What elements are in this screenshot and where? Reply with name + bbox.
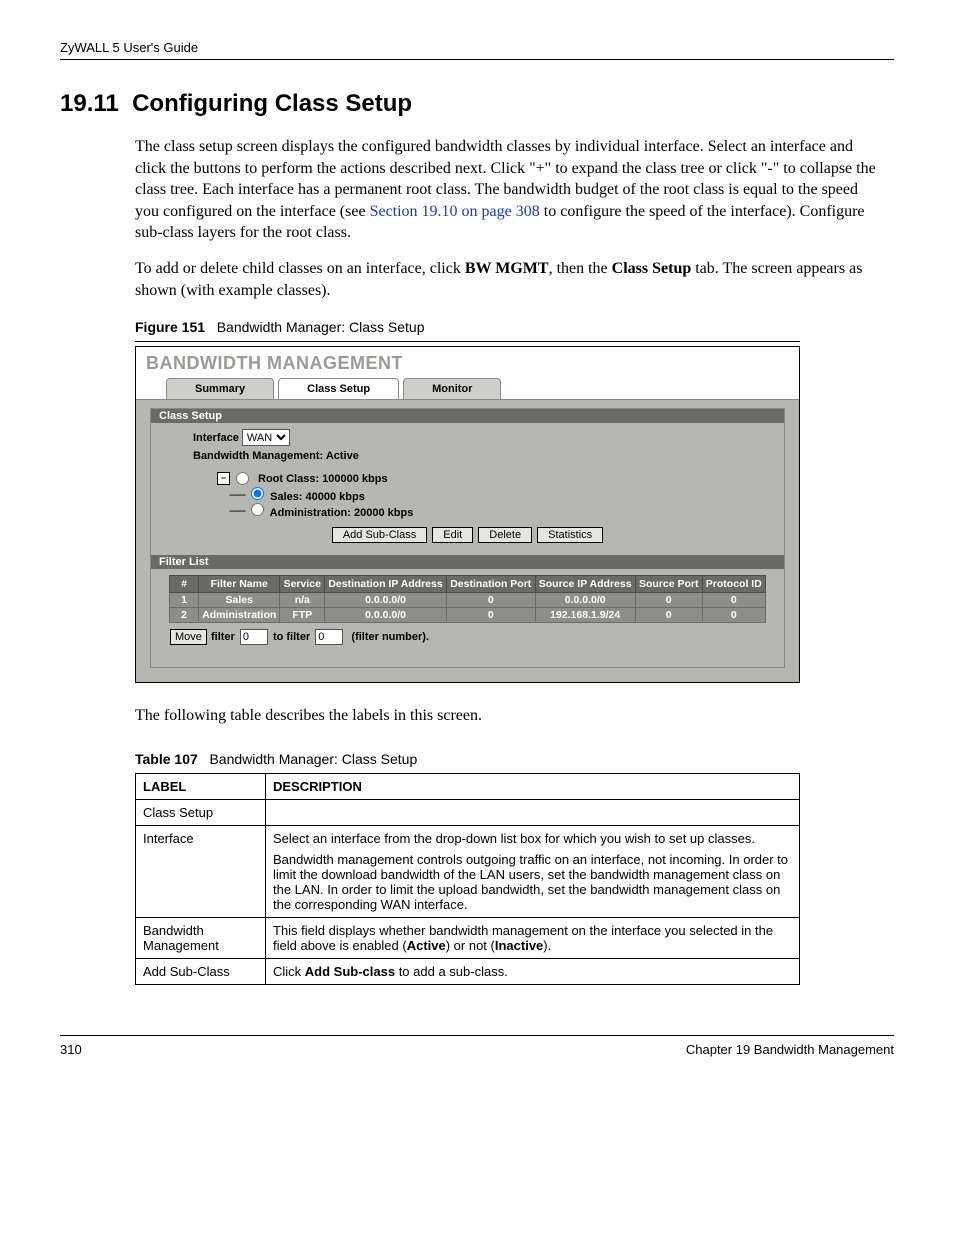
interface-select[interactable]: WAN [242,429,290,446]
tree-collapse-icon[interactable]: − [217,472,230,485]
th-description: DESCRIPTION [266,773,800,799]
bm-status: Bandwidth Management: Active [193,450,359,462]
th-proto: Protocol ID [702,576,765,593]
running-header: ZyWALL 5 User's Guide [60,40,894,60]
desc-row: Class Setup [136,799,800,825]
section-title: Configuring Class Setup [132,90,412,117]
table-row: 2 Administration FTP 0.0.0.0/0 0 192.168… [170,608,766,623]
tree-sales-radio[interactable] [251,487,264,500]
tab-monitor[interactable]: Monitor [403,378,501,399]
table-row: 1 Sales n/a 0.0.0.0/0 0 0.0.0.0/0 0 0 [170,593,766,608]
section-heading: 19.11 Configuring Class Setup [60,90,894,118]
desc-row: Add Sub-Class Click Add Sub-class to add… [136,958,800,984]
after-figure-text: The following table describes the labels… [135,705,884,727]
tree-sales-label: Sales: 40000 kbps [270,491,365,503]
figure-caption: Figure 151 Bandwidth Manager: Class Setu… [135,319,800,342]
th-num: # [170,576,199,593]
th-label: LABEL [136,773,266,799]
tree-branch-admin: Administration: 20000 kbps [229,503,766,519]
tab-class-setup[interactable]: Class Setup [278,378,399,399]
move-button[interactable]: Move [170,629,207,645]
th-service: Service [280,576,325,593]
edit-button[interactable]: Edit [432,527,473,543]
tab-summary[interactable]: Summary [166,378,274,399]
tree-branch-sales: Sales: 40000 kbps [229,487,766,503]
tree-root-radio[interactable] [236,472,249,485]
paragraph-1: The class setup screen displays the conf… [135,136,884,244]
delete-button[interactable]: Delete [478,527,532,543]
description-table: LABEL DESCRIPTION Class Setup Interface … [135,773,800,985]
desc-row: Bandwidth Management This field displays… [136,917,800,958]
chapter-label: Chapter 19 Bandwidth Management [686,1042,894,1057]
screenshot-figure: BANDWIDTH MANAGEMENT Summary Class Setup… [135,346,800,683]
tab-bar: Summary Class Setup Monitor [136,378,799,400]
class-tree: − Root Class: 100000 kbps Sales: 40000 k… [217,472,766,519]
group-filter-list: Filter List [151,555,784,569]
add-subclass-button[interactable]: Add Sub-Class [332,527,427,543]
desc-row: Interface Select an interface from the d… [136,825,800,917]
page-footer: 310 Chapter 19 Bandwidth Management [60,1035,894,1057]
move-filter-row: Move filter to filter (filter number). [169,629,766,645]
panel-title: BANDWIDTH MANAGEMENT [136,347,799,378]
tree-admin-radio[interactable] [251,503,264,516]
class-setup-pane: Class Setup Interface WAN Bandwidth Mana… [150,408,785,668]
th-sip: Source IP Address [535,576,635,593]
section-number: 19.11 [60,90,119,117]
interface-label: Interface [193,432,239,444]
move-to-input[interactable] [315,629,343,645]
cross-ref-link[interactable]: Section 19.10 on page 308 [370,203,540,220]
th-sport: Source Port [635,576,702,593]
th-dip: Destination IP Address [325,576,447,593]
class-action-buttons: Add Sub-Class Edit Delete Statistics [169,527,766,543]
tree-root-row: − Root Class: 100000 kbps [217,472,766,485]
th-name: Filter Name [199,576,280,593]
table-caption: Table 107 Bandwidth Manager: Class Setup [135,751,894,767]
tree-root-label: Root Class: 100000 kbps [258,473,388,485]
group-class-setup: Class Setup [151,409,784,423]
paragraph-2: To add or delete child classes on an int… [135,258,884,301]
page-number: 310 [60,1042,82,1057]
move-from-input[interactable] [240,629,268,645]
tree-admin-label: Administration: 20000 kbps [270,507,414,519]
filter-table: # Filter Name Service Destination IP Add… [169,575,766,623]
statistics-button[interactable]: Statistics [537,527,603,543]
th-dport: Destination Port [447,576,536,593]
